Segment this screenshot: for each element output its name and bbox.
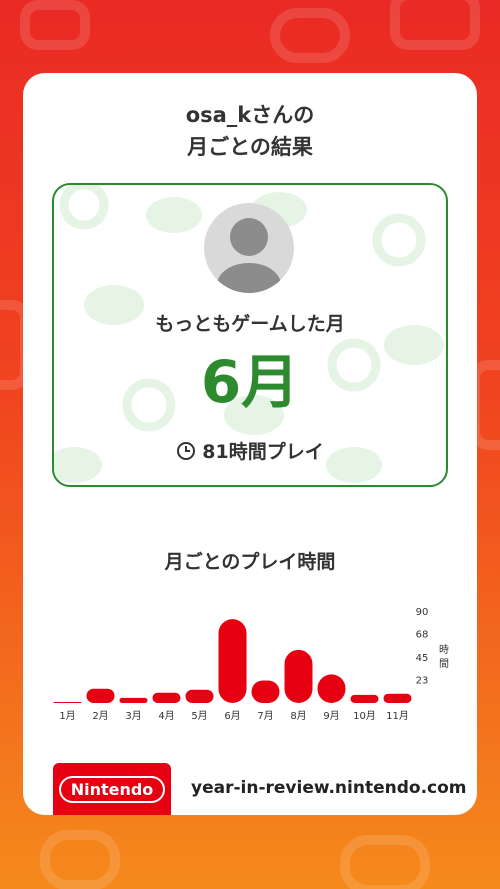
x-tick-label: 2月 — [92, 710, 108, 722]
user-line: osa_kさんの — [185, 103, 315, 127]
x-tick-label: 10月 — [353, 710, 376, 722]
x-tick-label: 5月 — [191, 710, 207, 722]
x-tick-label: 7月 — [257, 710, 273, 722]
y-tick-label: 68 — [416, 629, 429, 640]
bar-9月 — [317, 674, 346, 703]
bar-5月 — [185, 689, 214, 703]
chart-title: 月ごとのプレイ時間 — [164, 551, 336, 573]
top-month-label: もっともゲームした月 — [155, 313, 345, 335]
bar-11月 — [383, 693, 412, 703]
bar-7月 — [251, 680, 280, 703]
game-card-shape — [20, 0, 90, 50]
top-month-hours: 81時間プレイ — [54, 437, 446, 464]
y-tick-label: 23 — [416, 675, 429, 686]
footer-url[interactable]: year-in-review.nintendo.com — [191, 778, 467, 798]
y-axis-label: 間 — [439, 658, 449, 670]
controller-shape — [270, 8, 350, 63]
x-tick-label: 9月 — [323, 710, 339, 722]
x-tick-label: 8月 — [290, 710, 306, 722]
x-tick-label: 3月 — [125, 710, 141, 722]
user-silhouette-icon — [217, 218, 281, 293]
result-card: osa_kさんの 月ごとの結果 もっともゲームした月 6月 81時間プレイ 月ご… — [23, 73, 477, 815]
hours-text: 81時間プレイ — [202, 441, 324, 463]
top-month-value: 6月 — [200, 348, 300, 416]
x-tick-label: 1月 — [59, 710, 75, 722]
nintendo-logo: Nintendo — [53, 763, 171, 815]
bar-6月 — [218, 619, 247, 703]
bar-2月 — [86, 688, 115, 703]
top-month-panel: もっともゲームした月 6月 81時間プレイ — [52, 183, 448, 487]
subtitle-line: 月ごとの結果 — [187, 135, 313, 159]
x-tick-label: 6月 — [224, 710, 240, 722]
bar-8月 — [284, 649, 313, 703]
controller-shape — [40, 830, 120, 889]
page-title: osa_kさんの 月ごとの結果 — [23, 99, 477, 163]
monthly-playtime-chart: 1月 2月 3月 4月 5月 6月 7月 8月 9月 10月 11月 23 45 68 90 時間 — [53, 607, 449, 722]
y-tick-label: 90 — [416, 607, 429, 618]
nintendo-wordmark: Nintendo — [58, 775, 166, 803]
bar-10月 — [350, 694, 379, 703]
bar-1月 — [53, 702, 82, 703]
y-axis-label: 時 — [439, 644, 449, 656]
controller-shape — [340, 835, 430, 889]
bar-4月 — [152, 692, 181, 703]
clock-icon — [177, 441, 196, 460]
avatar — [204, 203, 294, 293]
x-tick-label: 11月 — [386, 710, 409, 722]
x-tick-label: 4月 — [158, 710, 174, 722]
bar-3月 — [119, 697, 148, 703]
y-tick-label: 45 — [416, 653, 429, 664]
game-card-shape — [390, 0, 480, 50]
